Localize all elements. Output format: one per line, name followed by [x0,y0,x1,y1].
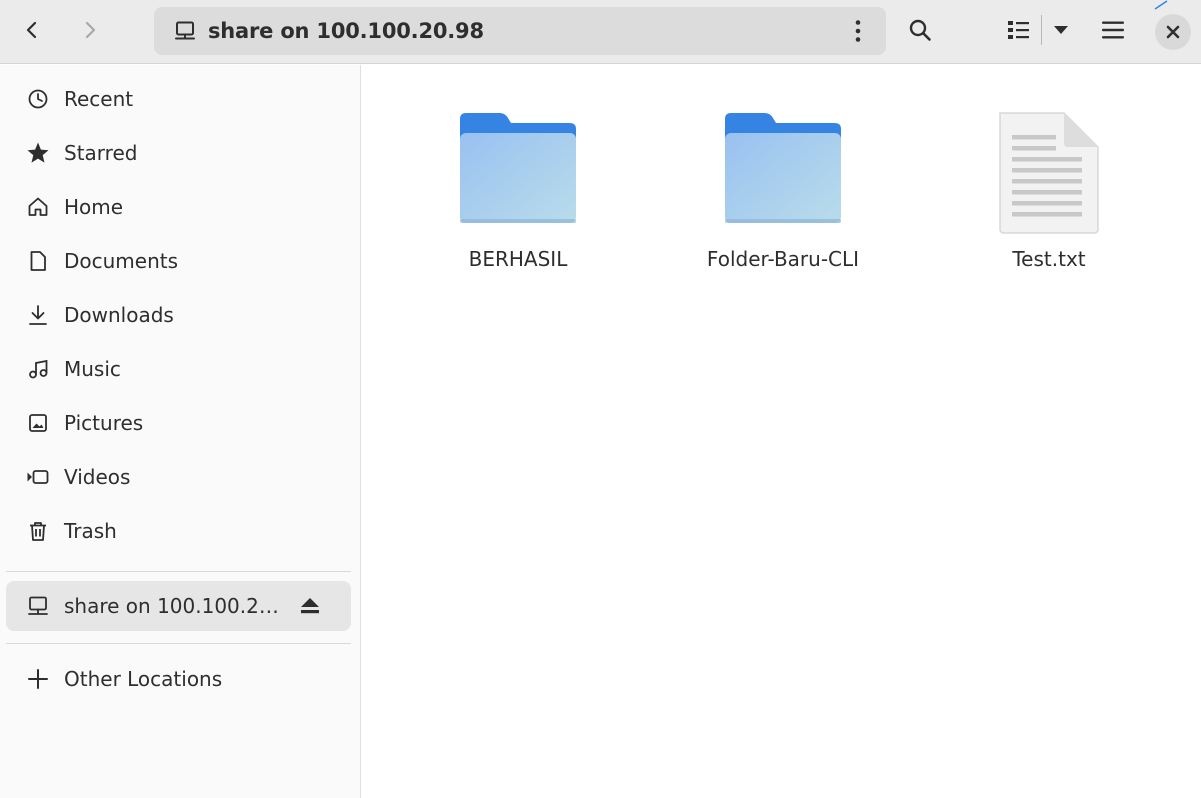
file-name: Folder-Baru-CLI [706,247,860,271]
header-bar: share on 100.100.20.98 [0,0,1201,64]
plus-icon [26,667,50,691]
sidebar-item-label: share on 100.100.2… [64,594,279,618]
back-button[interactable] [12,10,52,50]
list-view-button[interactable] [998,10,1040,50]
sidebar-item-downloads[interactable]: Downloads [6,290,351,340]
sidebar-item-videos[interactable]: Videos [6,452,351,502]
close-icon [1166,25,1180,39]
sidebar-item-label: Recent [64,87,134,111]
location-menu-button[interactable] [844,17,872,45]
music-icon [26,357,50,381]
sidebar-item-label: Music [64,357,121,381]
video-icon [26,465,50,489]
sidebar-item-trash[interactable]: Trash [6,506,351,556]
eject-icon [301,598,319,614]
main-menu-button[interactable] [1093,10,1133,50]
file-name: Test.txt [1012,247,1086,271]
file-item-folder[interactable]: BERHASIL [418,101,618,291]
sidebar-item-pictures[interactable]: Pictures [6,398,351,448]
sidebar-item-music[interactable]: Music [6,344,351,394]
sidebar-item-other-locations[interactable]: Other Locations [6,654,351,704]
sidebar-item-network-share[interactable]: share on 100.100.2… [6,581,351,631]
view-options-dropdown[interactable] [1044,10,1078,50]
view-switcher [996,10,1082,50]
sidebar-item-label: Other Locations [64,667,223,691]
sidebar-item-label: Trash [64,519,117,543]
places-sidebar: Recent Starred Home Documents Downloads … [0,65,361,798]
home-icon [26,195,50,219]
sidebar-item-label: Documents [64,249,179,273]
chevron-right-icon [85,21,96,39]
file-view: BERHASIL Folder-Baru-CLI Test.txt [362,65,1201,798]
clock-icon [26,87,50,111]
folder-icon [725,113,841,223]
list-view-icon [1008,21,1029,39]
search-icon [909,19,931,41]
sidebar-item-recent[interactable]: Recent [6,74,351,124]
sidebar-item-home[interactable]: Home [6,182,351,232]
sidebar-divider [6,571,351,572]
search-button[interactable] [900,10,940,50]
download-icon [26,303,50,327]
close-button[interactable] [1155,14,1191,50]
eject-button[interactable] [296,592,324,620]
location-title: share on 100.100.20.98 [208,19,484,43]
star-icon [26,141,50,165]
sidebar-divider [6,643,351,644]
network-drive-icon [26,594,50,618]
trash-icon [26,519,50,543]
document-icon [26,249,50,273]
kebab-menu-icon [855,20,861,42]
text-file-icon [999,112,1099,234]
view-separator [1041,15,1042,45]
sidebar-item-label: Videos [64,465,131,489]
picture-icon [26,411,50,435]
sidebar-item-label: Pictures [64,411,144,435]
sidebar-item-documents[interactable]: Documents [6,236,351,286]
chevron-left-icon [26,21,37,39]
forward-button[interactable] [70,10,110,50]
location-bar[interactable]: share on 100.100.20.98 [154,7,886,55]
file-item-folder[interactable]: Folder-Baru-CLI [683,101,883,291]
sidebar-item-label: Downloads [64,303,174,327]
sidebar-item-label: Starred [64,141,138,165]
hamburger-menu-icon [1102,21,1124,39]
resize-corner-icon [1154,0,1168,10]
caret-down-icon [1054,26,1068,34]
network-drive-icon [175,21,195,40]
folder-icon [460,113,576,223]
sidebar-item-label: Home [64,195,124,219]
file-item-text[interactable]: Test.txt [949,101,1149,291]
file-name: BERHASIL [468,247,568,271]
sidebar-item-starred[interactable]: Starred [6,128,351,178]
